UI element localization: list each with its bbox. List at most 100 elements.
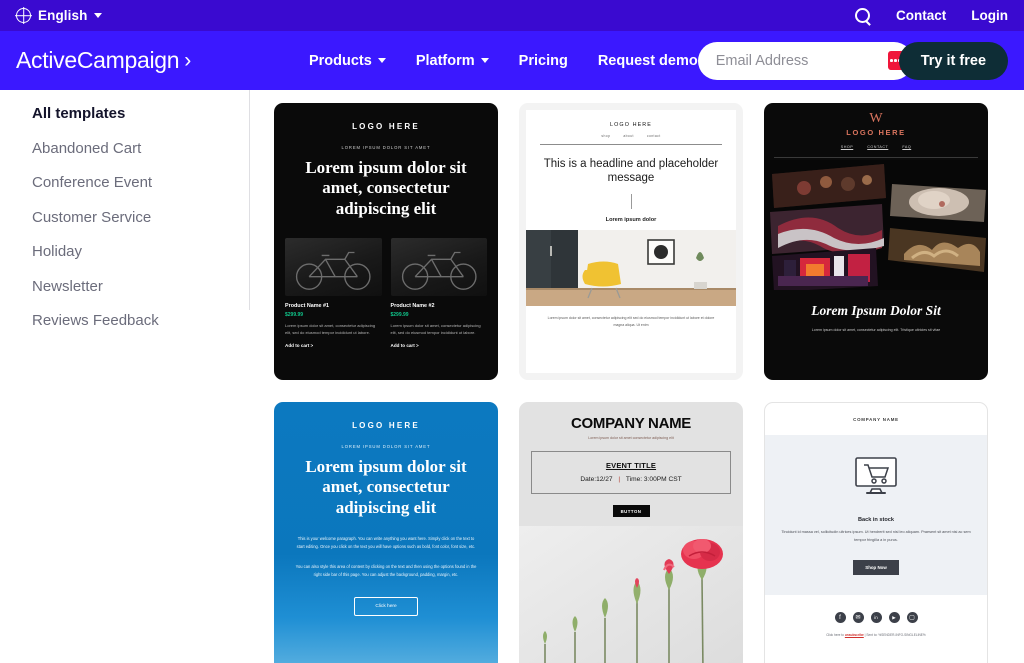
- vertical-divider: [630, 194, 632, 210]
- template-footer-text: Lorem ipsum dolor sit amet, consectetur …: [811, 328, 941, 332]
- sidebar-item-reviews-feedback[interactable]: Reviews Feedback: [32, 312, 249, 330]
- product-item: Product Name #1 $299.99 Lorem ipsum dolo…: [285, 238, 382, 348]
- datetime-divider: |: [618, 476, 621, 483]
- event-time: Time: 3:00PM CST: [625, 476, 682, 483]
- sidebar-item-newsletter[interactable]: Newsletter: [32, 278, 249, 296]
- template-headline: Lorem ipsum dolor sit amet, consectetur …: [305, 457, 467, 517]
- company-name: COMPANY NAME: [570, 415, 692, 432]
- chevron-down-icon: [94, 13, 103, 18]
- template-paragraph-1: This is your welcome paragraph. You can …: [296, 536, 476, 550]
- instagram-icon: ▢: [906, 612, 918, 624]
- product-price: $299.99: [285, 312, 304, 319]
- artwork-collage-image: [764, 160, 988, 290]
- main-navigation: ActiveCampaign › Products Platform Prici…: [0, 31, 1024, 90]
- template-logo: LOGO HERE: [846, 128, 906, 137]
- template-eyebrow: LOREM IPSUM DOLOR SIT AMET: [341, 444, 431, 449]
- twitter-icon: ✉: [852, 612, 864, 624]
- template-card-welcome-blue[interactable]: LOGO HERE LOREM IPSUM DOLOR SIT AMET Lor…: [274, 402, 498, 663]
- template-footer-text: Lorem ipsum dolor sit amet, consectetur …: [547, 316, 715, 328]
- template-card-back-in-stock[interactable]: COMPANY NAME Back in stock Tincidunt id …: [764, 402, 988, 663]
- sidebar-item-customer-service[interactable]: Customer Service: [32, 209, 249, 227]
- email-sheet: LOGO HERE shop about contact This is a h…: [526, 110, 736, 373]
- chevron-down-icon: [480, 58, 489, 63]
- product-item: Product Name #2 $299.99 Lorem ipsum dolo…: [390, 238, 487, 348]
- unsubscribe-pre: Click here to: [826, 633, 845, 638]
- sidebar-item-all-templates[interactable]: All templates: [32, 105, 249, 123]
- nav-item-request-demo[interactable]: Request demo: [598, 53, 698, 69]
- brand-logo[interactable]: ActiveCampaign ›: [16, 47, 191, 74]
- unsubscribe-link[interactable]: unsubscribe: [845, 633, 864, 637]
- nav-item-platform[interactable]: Platform: [416, 53, 489, 69]
- event-details-box: EVENT TITLE Date:12/27 | Time: 3:00PM CS…: [531, 451, 731, 494]
- event-date: Date:12/27: [580, 476, 613, 483]
- contact-link[interactable]: Contact: [896, 8, 946, 23]
- template-paragraph-2: You can also style this area of content …: [295, 563, 477, 577]
- email-input[interactable]: [715, 52, 856, 69]
- subnav-item-faq: FAQ: [902, 145, 912, 149]
- template-subnav: shop about contact: [526, 134, 736, 138]
- template-subheading: Lorem ipsum dolor: [605, 217, 657, 224]
- nav-label-products: Products: [308, 52, 372, 69]
- unsubscribe-footer: Click here to unsubscribe | Sent to: %SE…: [765, 623, 987, 637]
- page-body: All templates Abandoned Cart Conference …: [0, 90, 1024, 663]
- globe-icon: [16, 8, 31, 23]
- subnav-item-shop: shop: [601, 134, 611, 138]
- template-headline: Lorem Ipsum Dolor Sit: [811, 303, 941, 318]
- company-tagline: Lorem ipsum dolor sit amet consectetur a…: [588, 436, 674, 440]
- email-body: Back in stock Tincidunt id massa vel, so…: [765, 435, 987, 596]
- divider: [774, 157, 978, 158]
- nav-item-products[interactable]: Products: [309, 53, 386, 69]
- monogram-logo-icon: W: [869, 111, 883, 126]
- product-description: Lorem ipsum dolor sit amet, consectetur …: [390, 323, 481, 335]
- back-in-stock-heading: Back in stock: [857, 517, 895, 523]
- linkedin-icon: in: [870, 612, 882, 624]
- event-datetime: Date:12/27 | Time: 3:00PM CST: [538, 476, 724, 483]
- sidebar-item-holiday[interactable]: Holiday: [32, 243, 249, 261]
- product-description: Lorem ipsum dolor sit amet, consectetur …: [285, 323, 376, 335]
- product-list: Product Name #1 $299.99 Lorem ipsum dolo…: [285, 238, 487, 348]
- sidebar-item-conference-event[interactable]: Conference Event: [32, 174, 249, 192]
- login-link[interactable]: Login: [971, 8, 1008, 23]
- subnav-item-contact: CONTACT: [867, 145, 889, 149]
- template-grid: LOGO HERE LOREM IPSUM DOLOR SIT AMET Lor…: [250, 90, 1024, 663]
- template-card-interior[interactable]: LOGO HERE shop about contact This is a h…: [519, 103, 743, 380]
- brand-chevron-icon: ›: [184, 48, 191, 72]
- product-price: $299.99: [390, 312, 409, 319]
- template-card-gallery[interactable]: W LOGO HERE SHOP CONTACT FAQ Lorem Ipsum…: [764, 103, 988, 380]
- facebook-icon: f: [834, 612, 846, 624]
- product-name: Product Name #2: [390, 303, 435, 310]
- subnav-item-contact: contact: [646, 134, 661, 138]
- template-logo: LOGO HERE: [610, 122, 652, 128]
- bicycle-image: [390, 238, 487, 297]
- nav-label-request-demo: Request demo: [597, 52, 698, 69]
- sidebar-item-abandoned-cart[interactable]: Abandoned Cart: [32, 140, 249, 158]
- click-here-button: Click here: [354, 596, 418, 616]
- nav-links: Products Platform Pricing Request demo: [309, 53, 698, 69]
- utility-bar: English Contact Login: [0, 0, 1024, 31]
- template-headline: This is a headline and placeholder messa…: [543, 158, 719, 185]
- youtube-icon: ▶: [888, 612, 900, 624]
- back-in-stock-text: Tincidunt id massa vel, sollicitudin ult…: [781, 530, 971, 542]
- brand-name: ActiveCampaign: [16, 47, 180, 73]
- utility-bar-right: Contact Login: [855, 7, 1008, 24]
- language-selector[interactable]: English: [16, 8, 103, 23]
- bicycle-image: [285, 238, 382, 297]
- language-label: English: [38, 8, 88, 23]
- email-input-wrapper: [697, 41, 913, 80]
- category-sidebar: All templates Abandoned Cart Conference …: [0, 90, 250, 329]
- search-icon[interactable]: [855, 7, 871, 24]
- add-to-cart-link: Add to cart >: [285, 343, 314, 349]
- template-card-bike-store[interactable]: LOGO HERE LOREM IPSUM DOLOR SIT AMET Lor…: [274, 103, 498, 380]
- social-links: f ✉ in ▶ ▢: [765, 595, 987, 624]
- product-name: Product Name #1: [285, 303, 330, 310]
- template-logo: LOGO HERE: [352, 421, 420, 430]
- unsubscribe-post: | Sent to: %SENDER-INFO-SINGLELINE%: [863, 633, 926, 638]
- shop-now-button: Shop Now: [853, 560, 899, 576]
- template-logo: LOGO HERE: [352, 122, 420, 131]
- nav-item-pricing[interactable]: Pricing: [519, 53, 568, 69]
- monitor-shopping-cart-icon: [854, 457, 898, 500]
- nav-label-pricing: Pricing: [518, 52, 568, 69]
- template-card-event[interactable]: COMPANY NAME Lorem ipsum dolor sit amet …: [519, 402, 743, 663]
- signup-group: Try it free: [697, 41, 1009, 80]
- try-it-free-button[interactable]: Try it free: [898, 41, 1009, 80]
